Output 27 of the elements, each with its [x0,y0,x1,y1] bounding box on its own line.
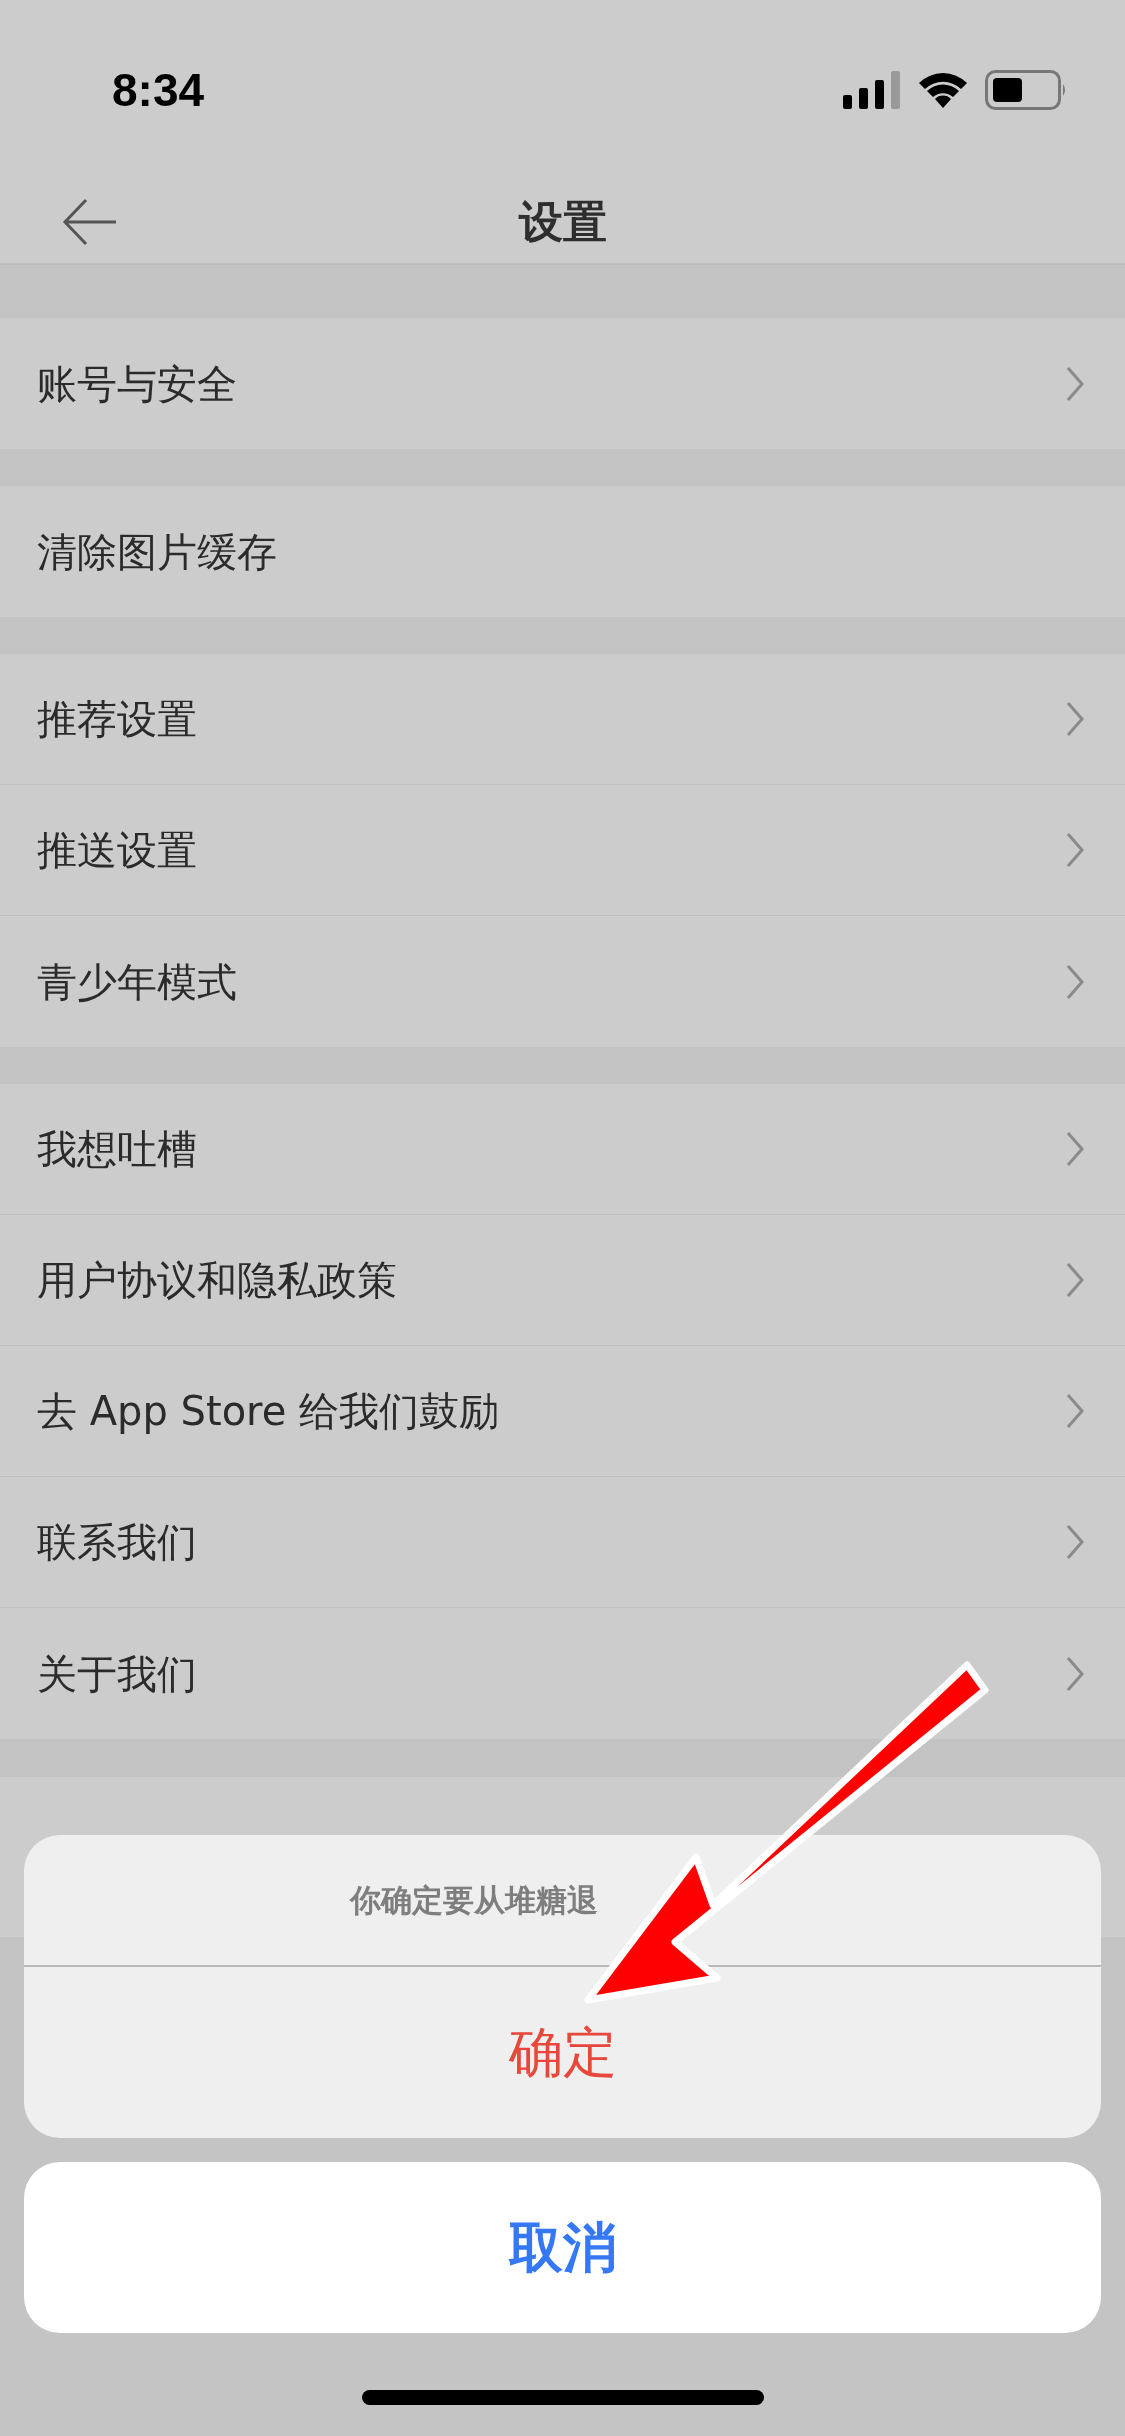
signal-icon [843,71,901,109]
settings-row[interactable]: 关于我们 [0,1608,1125,1739]
settings-row[interactable]: 用户协议和隐私政策 [0,1215,1125,1346]
row-label: 我想吐槽 [37,1125,197,1174]
row-label: 推送设置 [37,826,197,875]
settings-row[interactable]: 推送设置 [0,785,1125,916]
settings-row[interactable]: 账号与安全 [0,318,1125,449]
row-label: 账号与安全 [37,359,237,409]
row-label: 联系我们 [37,1518,197,1567]
settings-row[interactable]: 联系我们 [0,1477,1125,1608]
wifi-icon [917,71,969,109]
confirm-message: 你确定要从堆糖退 [350,1880,598,1920]
battery-icon [985,70,1067,110]
row-label: 青少年模式 [37,957,237,1007]
settings-row[interactable]: 清除图片缓存 [0,486,1125,617]
row-label: 清除图片缓存 [37,527,277,577]
settings-row[interactable]: 去 App Store 给我们鼓励 [0,1346,1125,1477]
status-time: 8:34 [112,62,205,118]
settings-row[interactable]: 我想吐槽 [0,1084,1125,1215]
row-label: 推荐设置 [37,695,197,744]
cancel-button[interactable]: 取消 [24,2162,1101,2333]
row-label: 用户协议和隐私政策 [37,1256,397,1305]
settings-row[interactable]: 青少年模式 [0,916,1125,1047]
row-label: 去 App Store 给我们鼓励 [37,1387,499,1436]
settings-row[interactable]: 推荐设置 [0,654,1125,785]
page-title: 设置 [518,194,607,249]
row-label: 关于我们 [37,1649,197,1699]
